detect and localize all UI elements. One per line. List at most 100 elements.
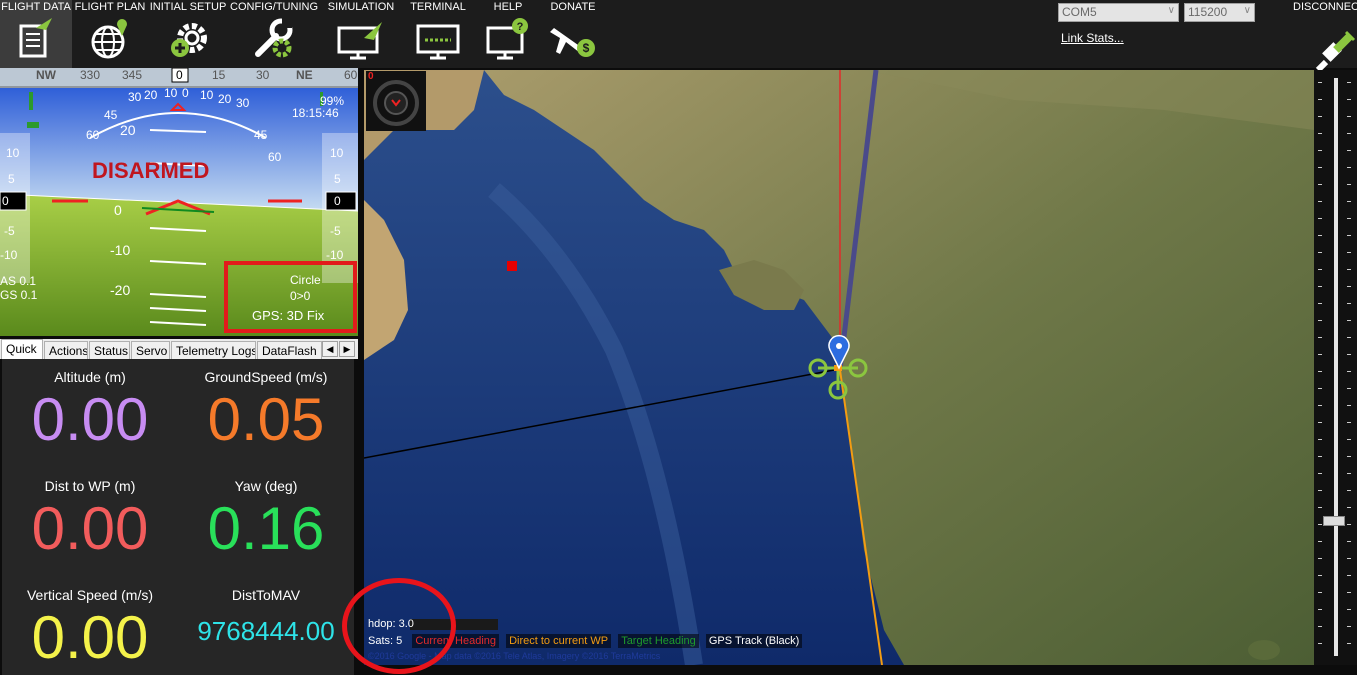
chevron-down-icon: ∨ xyxy=(1167,5,1175,16)
altitude-cell: Altitude (m) 0.00 xyxy=(2,359,178,455)
zoom-tick xyxy=(1347,592,1351,593)
zoom-tick xyxy=(1347,82,1351,83)
setup-gear-icon xyxy=(171,23,207,57)
baud-rate-value: 115200 xyxy=(1188,5,1228,19)
legend-direct-to-wp: Direct to current WP xyxy=(506,634,612,648)
tab-scroll-left-icon[interactable]: ◀ xyxy=(322,341,338,357)
zoom-tick xyxy=(1347,337,1351,338)
zoom-tick xyxy=(1318,133,1322,134)
zoom-tick xyxy=(1347,320,1351,321)
heading-tape-15: 15 xyxy=(212,68,226,82)
pitch-20: 20 xyxy=(120,122,136,138)
donate-button[interactable]: DONATE $ xyxy=(542,0,604,68)
zoom-slider[interactable] xyxy=(1314,70,1357,665)
pitch-top-10b: 10 xyxy=(200,88,214,102)
disconnect-label: DISCONNECT xyxy=(1293,1,1357,13)
tab-dataflash-logs[interactable]: DataFlash Lo xyxy=(257,341,322,359)
zoom-tick xyxy=(1318,235,1322,236)
zoom-thumb[interactable] xyxy=(1323,516,1345,526)
baud-rate-select[interactable]: 115200 ∨ xyxy=(1184,3,1255,22)
map-compass[interactable]: 0 xyxy=(366,71,426,131)
altitude-value: 0.00 xyxy=(31,386,149,453)
pitch-top-10: 10 xyxy=(164,86,178,100)
left-scale-minus-10: -10 xyxy=(0,248,18,262)
main-toolbar: FLIGHT DATA FLIGHT PLAN INITIAL SETUP CO… xyxy=(0,0,1357,73)
compass-value: 0 xyxy=(368,71,374,82)
legend-gps-track: GPS Track (Black) xyxy=(705,634,803,648)
yaw-label: Yaw (deg) xyxy=(234,478,298,494)
zoom-tick xyxy=(1347,575,1351,576)
zoom-tick xyxy=(1318,286,1322,287)
tab-scroll-right-icon[interactable]: ▶ xyxy=(339,341,355,357)
zoom-tick xyxy=(1347,235,1351,236)
help-button[interactable]: HELP ? xyxy=(474,0,542,68)
tab-actions[interactable]: Actions xyxy=(44,341,88,359)
tab-status[interactable]: Status xyxy=(89,341,130,359)
groundspeed-value: 0.05 xyxy=(207,386,325,453)
svg-text:$: $ xyxy=(583,41,590,55)
flight-plan-label: FLIGHT PLAN xyxy=(74,1,146,13)
flight-plan-button[interactable]: FLIGHT PLAN xyxy=(72,0,148,68)
pitch-minus-20: -20 xyxy=(110,282,131,298)
simulation-button[interactable]: SIMULATION xyxy=(320,0,402,68)
flight-data-label: FLIGHT DATA xyxy=(1,1,71,13)
waypoint-progress: 0>0 xyxy=(290,289,311,303)
zoom-tick xyxy=(1347,405,1351,406)
zoom-tick xyxy=(1318,422,1322,423)
simulation-monitor-icon xyxy=(337,22,382,60)
zoom-tick xyxy=(1347,201,1351,202)
dist-to-mav-cell: DistToMAV 9768444.00 xyxy=(178,577,354,659)
zoom-tick xyxy=(1347,252,1351,253)
dist-to-mav-label: DistToMAV xyxy=(231,587,301,603)
pitch-diag-45: 45 xyxy=(104,108,118,122)
heading-tape-ne: NE xyxy=(296,68,313,82)
pitch-minus-10: -10 xyxy=(110,242,131,258)
right-scale-5: 5 xyxy=(334,172,341,186)
terminal-monitor-icon xyxy=(416,24,460,60)
zoom-tick xyxy=(1318,167,1322,168)
heading-value: 0 xyxy=(176,68,183,82)
zoom-tick xyxy=(1347,354,1351,355)
compass-rose-icon xyxy=(373,80,419,126)
com-port-select[interactable]: COM5 ∨ xyxy=(1058,3,1179,22)
pitch-diag-45b: 45 xyxy=(254,128,268,142)
groundspeed-readout: GS 0.1 xyxy=(0,288,38,302)
flight-data-button[interactable]: FLIGHT DATA xyxy=(0,0,72,68)
zoom-tick xyxy=(1347,439,1351,440)
tab-bar: Quick Actions Status Servo Telemetry Log… xyxy=(0,339,358,359)
initial-setup-button[interactable]: INITIAL SETUP xyxy=(148,0,228,68)
terminal-button[interactable]: TERMINAL xyxy=(402,0,474,68)
zoom-tick xyxy=(1318,252,1322,253)
disconnect-button[interactable]: DISCONNECT xyxy=(1290,0,1357,73)
tab-quick[interactable]: Quick xyxy=(1,339,43,359)
chevron-down-icon: ∨ xyxy=(1243,5,1251,16)
config-tuning-button[interactable]: CONFIG/TUNING xyxy=(228,0,320,68)
globe-icon xyxy=(91,19,127,59)
gps-status: GPS: 3D Fix xyxy=(252,308,325,323)
dist-to-wp-label: Dist to WP (m) xyxy=(44,478,136,494)
terminal-label: TERMINAL xyxy=(410,1,466,13)
zoom-tick xyxy=(1347,541,1351,542)
zoom-tick xyxy=(1347,116,1351,117)
zoom-tick xyxy=(1318,405,1322,406)
zoom-tick xyxy=(1347,456,1351,457)
zoom-tick xyxy=(1318,99,1322,100)
left-scale-5: 5 xyxy=(8,172,15,186)
pitch-diag-60: 60 xyxy=(86,128,100,142)
zoom-tick xyxy=(1318,116,1322,117)
donate-label: DONATE xyxy=(550,1,596,13)
dist-to-wp-cell: Dist to WP (m) 0.00 xyxy=(2,468,178,564)
tab-telemetry-logs[interactable]: Telemetry Logs xyxy=(171,341,256,359)
satellite-map[interactable] xyxy=(364,70,1314,665)
pitch-diag-60b: 60 xyxy=(268,150,282,164)
heading-tape-30: 30 xyxy=(256,68,270,82)
tab-servo[interactable]: Servo xyxy=(131,341,170,359)
zoom-tick xyxy=(1318,269,1322,270)
zoom-tick xyxy=(1347,184,1351,185)
pitch-top-30b: 30 xyxy=(236,96,250,110)
link-stats-link[interactable]: Link Stats... xyxy=(1061,31,1124,45)
pitch-top-20: 20 xyxy=(144,88,158,102)
right-scale-minus-5: -5 xyxy=(330,224,341,238)
svg-text:?: ? xyxy=(517,21,524,33)
zoom-tick xyxy=(1347,269,1351,270)
